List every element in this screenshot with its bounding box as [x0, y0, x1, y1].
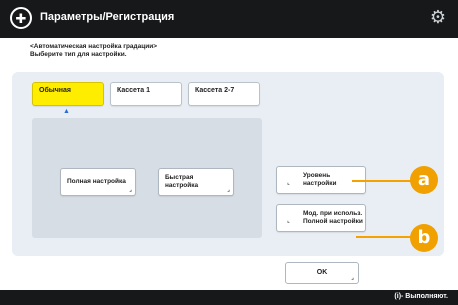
status-text: (i)- Выполняют.: [394, 293, 448, 300]
button-corner-icon: ⌟: [129, 187, 132, 193]
instructions: <Автоматическая настройка градации> Выбе…: [30, 43, 157, 59]
tab-cassette-1[interactable]: Кассета 1: [110, 82, 182, 106]
instructions-line-1: <Автоматическая настройка градации>: [30, 43, 158, 50]
quick-adjustment-label-2: настройка: [165, 182, 199, 189]
settings-register-icon: ✚: [10, 7, 32, 29]
ok-button-label: OK: [316, 269, 328, 276]
tab-normal[interactable]: Обычная: [32, 82, 104, 106]
tab-cassette-1-label: Кассета 1: [117, 87, 150, 94]
multi-full-adjustment-button[interactable]: ⌞ Мод. при использ. Полной настройки: [276, 204, 366, 232]
callout-a-line: [352, 180, 412, 182]
multi-full-adjustment-label-2: Полной настройки: [303, 218, 363, 225]
callout-b-badge: b: [410, 224, 438, 252]
instructions-line-2: Выберите тип для настройки.: [30, 51, 127, 58]
gear-icon[interactable]: ⚙: [430, 8, 446, 26]
full-adjustment-button[interactable]: Полная настройка ⌟: [60, 168, 136, 196]
callout-b-line: [356, 236, 412, 238]
full-adjustment-label: Полная настройка: [67, 178, 126, 185]
title-bar: ✚ Параметры/Регистрация ⚙: [0, 0, 458, 38]
page-title: Параметры/Регистрация: [40, 11, 175, 23]
callout-a-badge: a: [410, 166, 438, 194]
tab-cassette-2-7-label: Кассета 2-7: [195, 87, 235, 94]
tab-cassette-2-7[interactable]: Кассета 2-7: [188, 82, 260, 106]
adjustment-level-label-1: Уровень: [303, 172, 331, 179]
status-bar: (i)- Выполняют.: [0, 290, 458, 305]
quick-adjustment-button[interactable]: Быстрая настройка ⌟: [158, 168, 234, 196]
button-corner-icon: ⌟: [227, 187, 230, 193]
button-mark-icon: ⌞: [287, 218, 290, 224]
ok-button[interactable]: OK ⌟: [285, 262, 359, 284]
selected-tab-pointer-icon: ▲: [63, 108, 70, 115]
quick-adjustment-label-1: Быстрая: [165, 174, 194, 181]
button-corner-icon: ⌟: [351, 275, 354, 281]
button-mark-icon: ⌞: [287, 180, 290, 186]
multi-full-adjustment-label-1: Мод. при использ.: [303, 210, 363, 217]
tab-normal-label: Обычная: [39, 87, 72, 94]
